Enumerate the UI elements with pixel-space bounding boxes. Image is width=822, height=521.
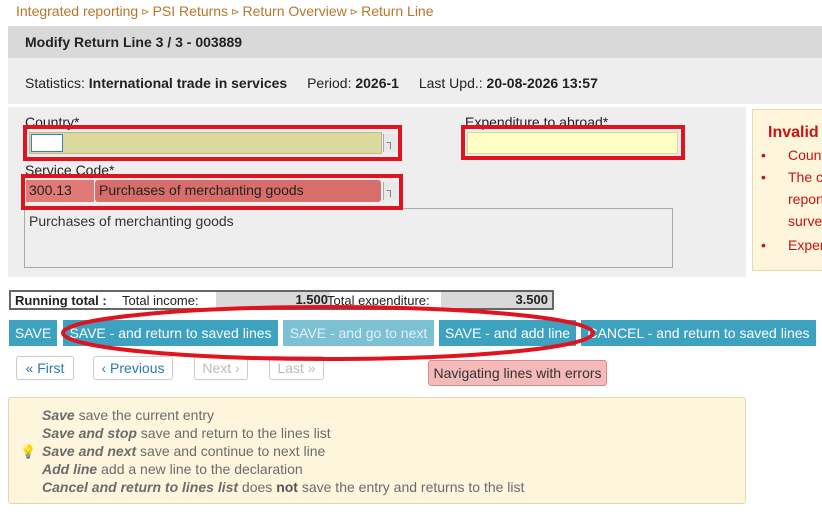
validation-errors-panel: Invalid • Count • The c report survey • … [752,109,822,271]
breadcrumb-separator-icon: ⊳ [349,7,359,18]
error-bullet: • [761,169,766,185]
last-updated-label: Last Upd.: [418,75,483,91]
help-box: 💡 Save save the current entry Save and s… [8,397,746,504]
help-term: Cancel and return to lines list [42,479,239,495]
statistics-bar: Statistics: International trade in servi… [8,58,822,104]
total-income-label: Total income: [122,293,199,308]
help-text: does [238,479,277,495]
error-item: report [788,191,822,207]
statistics-value: International trade in services [88,75,288,91]
service-description-box: Purchases of merchanting goods [24,208,673,268]
help-term: Save and stop [42,425,137,441]
period-label: Period: [307,75,352,91]
save-return-button[interactable]: SAVE - and return to saved lines [63,320,278,346]
cancel-return-button[interactable]: CANCEL - and return to saved lines [581,320,816,346]
help-row: Save save the current entry [42,407,214,423]
pager-last[interactable]: Last » [269,356,324,380]
error-item: Count [788,147,822,163]
breadcrumb: Integrated reporting ⊳ PSI Returns ⊳ Return … [16,3,434,19]
help-emphasis: not [276,479,298,495]
statistics-label: Statistics: [25,75,85,91]
error-item: Exper [788,237,822,253]
breadcrumb-separator-icon: ⊳ [141,7,150,18]
running-total-bar: Running total : Total income: 1.500 Tota… [9,290,554,310]
highlight-box-expenditure [461,125,685,160]
running-total-label: Running total : [15,293,107,308]
pager-next[interactable]: Next › [194,356,248,380]
error-bullet: • [761,147,766,163]
help-text: save the current entry [74,407,214,423]
breadcrumb-separator-icon: ⊳ [231,7,240,18]
total-income-value: 1.500 [216,292,330,308]
period-value: 2026-1 [355,75,399,91]
breadcrumb-return-line[interactable]: Return Line [361,3,433,19]
lightbulb-icon: 💡 [20,444,37,459]
breadcrumb-return-overview[interactable]: Return Overview [242,3,346,19]
highlight-box-country [23,125,402,161]
breadcrumb-integrated-reporting[interactable]: Integrated reporting [16,3,138,19]
save-button[interactable]: SAVE [9,320,57,346]
help-text: save and return to the lines list [136,425,331,441]
help-term: Add line [42,461,98,477]
total-expenditure-value: 3.500 [441,292,552,308]
help-row: Save and stop save and return to the lin… [42,425,331,441]
help-row: Cancel and return to lines list does not… [42,479,524,495]
save-next-button[interactable]: SAVE - and go to next [283,320,434,346]
validation-heading: Invalid [768,124,819,141]
help-text: save and continue to next line [136,443,326,459]
help-term: Save [42,407,75,423]
pager-previous[interactable]: ‹ Previous [93,356,173,380]
help-text: add a new line to the declaration [97,461,303,477]
error-bullet: • [761,237,766,253]
help-text: save the entry and returns to the list [297,479,525,495]
breadcrumb-psi-returns[interactable]: PSI Returns [153,3,228,19]
error-item: survey [788,213,822,229]
last-updated-value: 20-08-2026 13:57 [486,75,598,91]
save-add-line-button[interactable]: SAVE - and add line [439,320,576,346]
highlight-box-service-code [21,174,403,210]
help-term: Save and next [42,443,137,459]
total-expenditure-label: Total expenditure: [327,293,430,308]
page-title: Modify Return Line 3 / 3 - 003889 [25,34,243,50]
navigate-errors-button[interactable]: Navigating lines with errors [428,360,607,386]
error-item: The c [788,169,822,185]
pager-first[interactable]: « First [16,356,74,380]
help-row: Save and next save and continue to next … [42,443,325,459]
help-row: Add line add a new line to the declarati… [42,461,303,477]
page-title-bar: Modify Return Line 3 / 3 - 003889 [8,26,822,58]
